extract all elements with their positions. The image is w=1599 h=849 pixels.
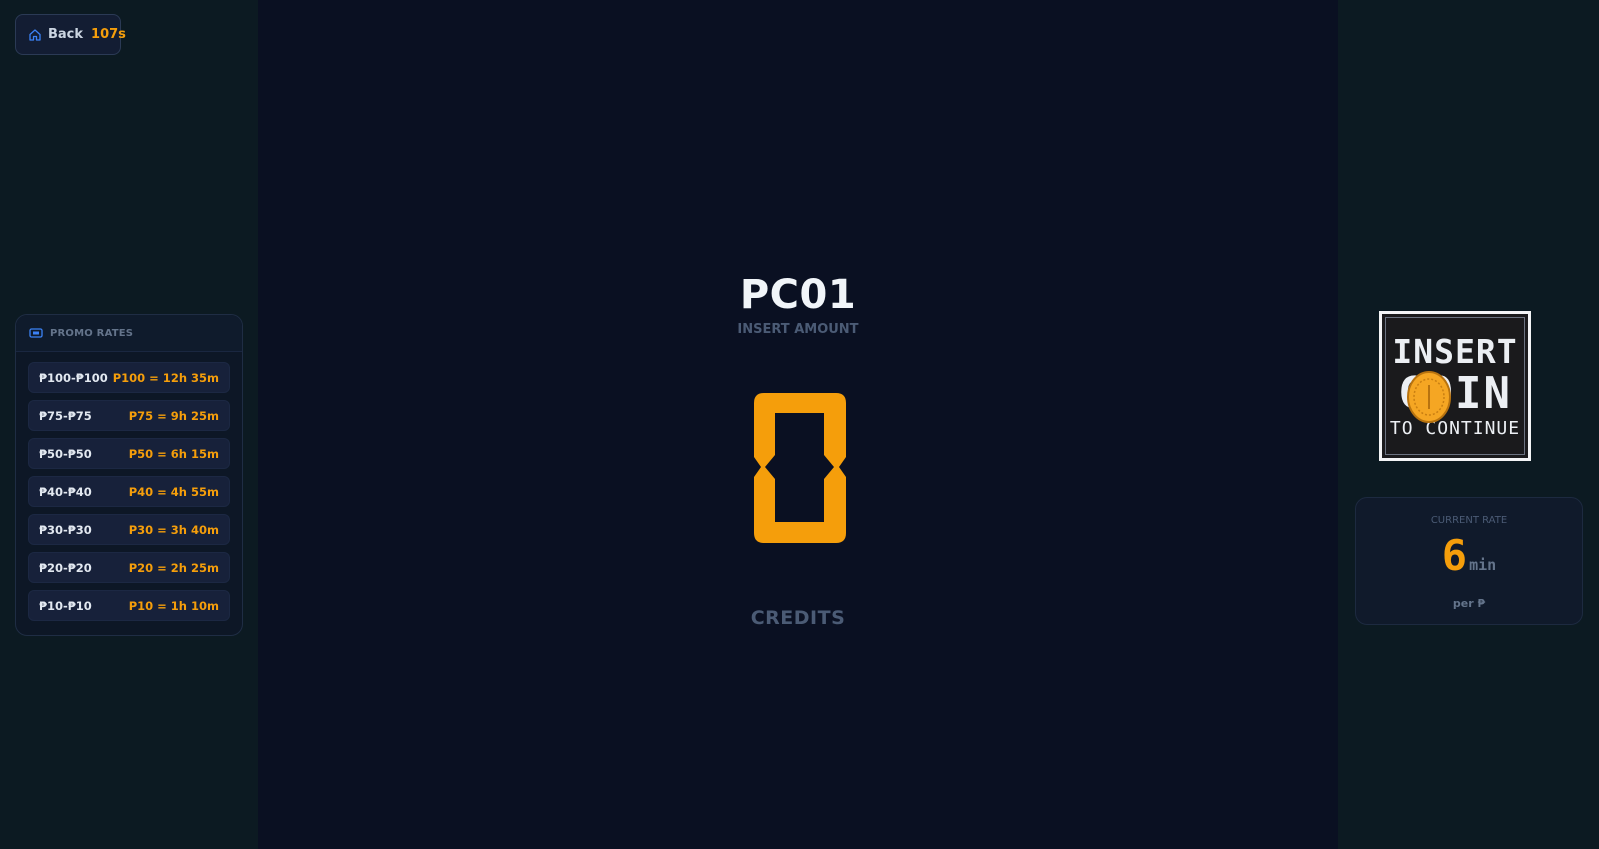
promo-row[interactable]: ₱30-₱30 P30 = 3h 40m: [28, 514, 230, 545]
coin-icon: [1406, 370, 1452, 424]
back-label: Back: [48, 27, 84, 42]
insert-coin-line2: COIN: [1398, 368, 1512, 419]
promo-title: PROMO RATES: [50, 327, 134, 339]
promo-rate: P10 = 1h 10m: [128, 598, 219, 613]
home-icon: [28, 28, 42, 42]
current-rate-card: CURRENT RATE 6 min per ₱: [1355, 497, 1583, 625]
promo-row[interactable]: ₱20-₱20 P20 = 2h 25m: [28, 552, 230, 583]
promo-rates-panel: PROMO RATES ₱100-₱100 P100 = 12h 35m ₱75…: [15, 314, 243, 636]
promo-rate: P20 = 2h 25m: [128, 560, 219, 575]
current-rate-value: 6: [1441, 531, 1468, 580]
promo-row[interactable]: ₱50-₱50 P50 = 6h 15m: [28, 438, 230, 469]
promo-row[interactable]: ₱10-₱10 P10 = 1h 10m: [28, 590, 230, 621]
current-rate-unit: min: [1469, 556, 1497, 574]
promo-range: ₱30-₱30: [39, 522, 92, 537]
promo-row[interactable]: ₱40-₱40 P40 = 4h 55m: [28, 476, 230, 507]
promo-range: ₱100-₱100: [39, 370, 108, 385]
countdown-timer: 107s: [91, 27, 126, 42]
promo-row[interactable]: ₱75-₱75 P75 = 9h 25m: [28, 400, 230, 431]
promo-row[interactable]: ₱100-₱100 P100 = 12h 35m: [28, 362, 230, 393]
credits-label: CREDITS: [750, 607, 846, 629]
promo-range: ₱40-₱40: [39, 484, 92, 499]
promo-rate: P40 = 4h 55m: [128, 484, 219, 499]
insert-coin-line3: TO CONTINUE: [1389, 418, 1521, 439]
promo-range: ₱10-₱10: [39, 598, 92, 613]
pc-name: PC01: [739, 272, 857, 318]
promo-list: ₱100-₱100 P100 = 12h 35m ₱75-₱75 P75 = 9…: [16, 352, 242, 621]
current-rate-per: per ₱: [1452, 597, 1486, 610]
insert-coin-sign[interactable]: INSERT COIN TO CONTINUE: [1379, 311, 1531, 461]
promo-header: PROMO RATES: [16, 315, 242, 352]
insert-coin-line1: INSERT: [1392, 332, 1518, 371]
promo-rate: P100 = 12h 35m: [112, 370, 219, 385]
promo-range: ₱50-₱50: [39, 446, 92, 461]
promo-range: ₱75-₱75: [39, 408, 92, 423]
promo-rate: P75 = 9h 25m: [128, 408, 219, 423]
insert-amount-label: INSERT AMOUNT: [737, 322, 859, 337]
ticket-icon: [29, 327, 43, 339]
current-rate-title: CURRENT RATE: [1430, 515, 1508, 526]
back-button[interactable]: Back 107s: [15, 14, 126, 55]
credits-digit-display: [754, 393, 846, 543]
current-rate-value-row: 6 min: [1356, 531, 1582, 580]
promo-rate: P50 = 6h 15m: [128, 446, 219, 461]
promo-rate: P30 = 3h 40m: [128, 522, 219, 537]
promo-range: ₱20-₱20: [39, 560, 92, 575]
